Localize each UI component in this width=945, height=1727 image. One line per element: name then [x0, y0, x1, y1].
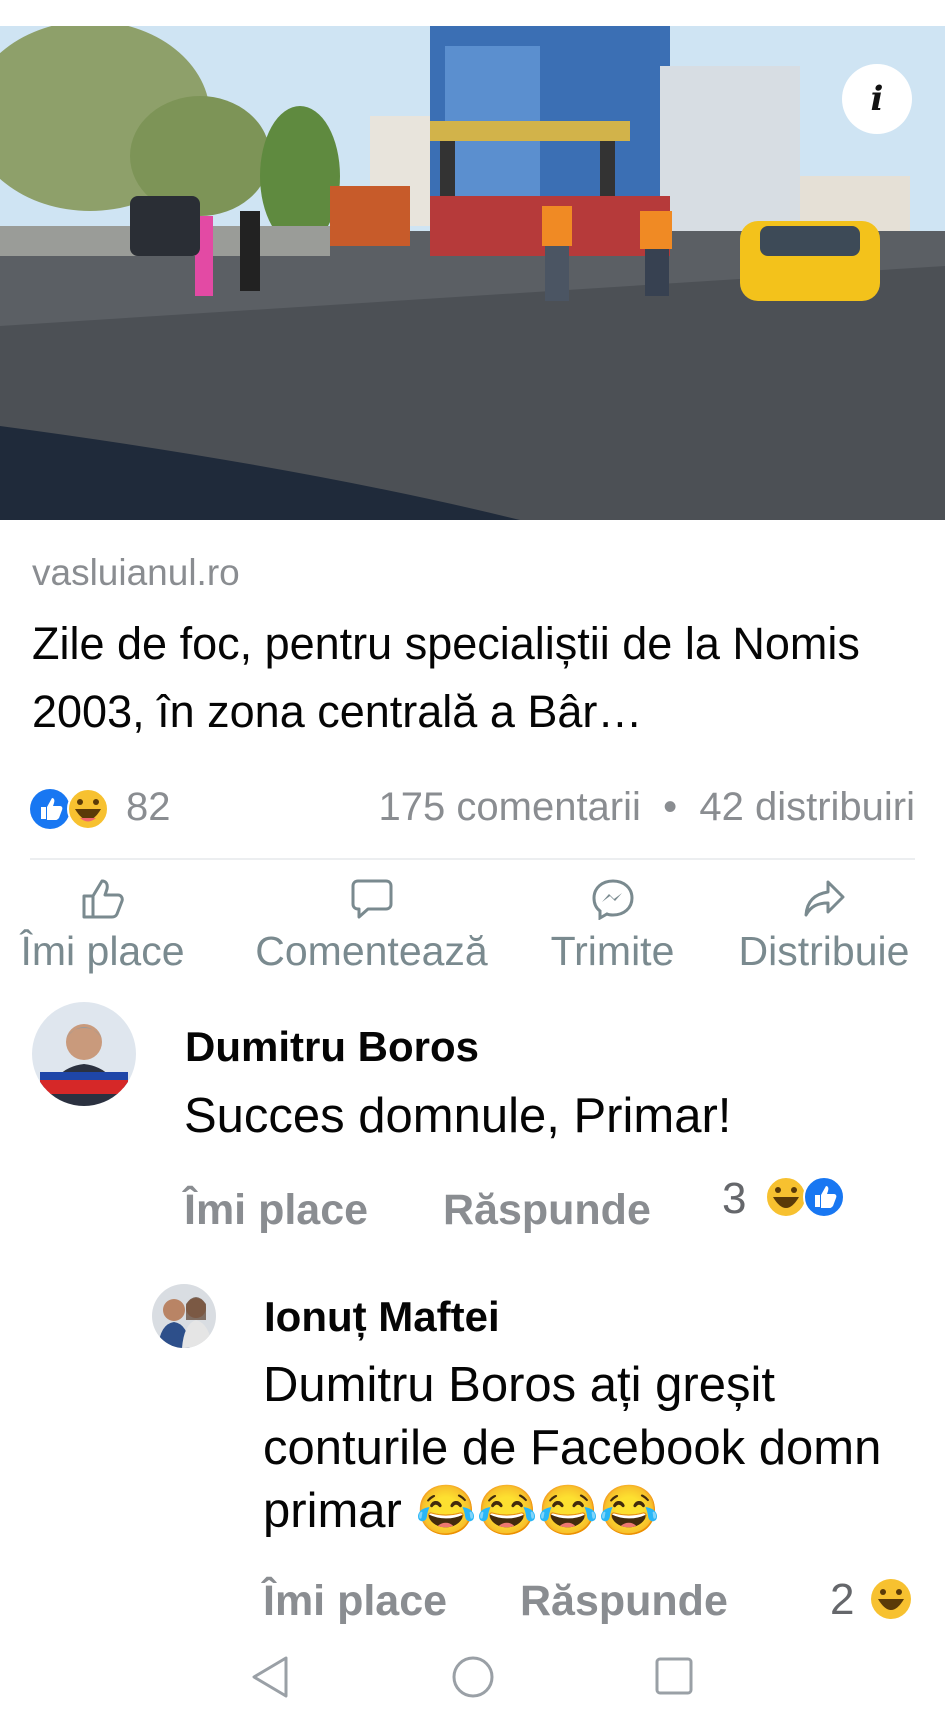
info-button[interactable]: i	[842, 64, 912, 134]
comment-bubble-icon	[351, 879, 392, 919]
send-button[interactable]: Trimite	[540, 870, 685, 975]
back-nav-icon[interactable]	[248, 1654, 292, 1700]
comment-reactions-count[interactable]: 2	[830, 1575, 854, 1625]
post-action-bar: Îmi place Comentează Trimite Distribuie	[0, 870, 945, 980]
comment-like-button[interactable]: Îmi place	[263, 1577, 447, 1626]
divider	[30, 858, 915, 860]
link-domain[interactable]: vasluianul.ro	[32, 552, 240, 594]
link-preview-image[interactable]: i	[0, 26, 945, 520]
haha-reaction-icon	[67, 788, 109, 830]
haha-reaction-icon	[765, 1176, 807, 1218]
messenger-icon	[591, 879, 634, 920]
reactions-count[interactable]: 82	[126, 785, 171, 830]
comment-author[interactable]: Dumitru Boros	[185, 1023, 479, 1071]
comment-text: Dumitru Boros ați greșit conturile de Fa…	[263, 1358, 882, 1538]
share-arrow-icon	[804, 880, 845, 917]
avatar[interactable]	[152, 1284, 216, 1348]
home-nav-icon[interactable]	[450, 1654, 496, 1700]
reactions-icon-group[interactable]	[30, 787, 120, 831]
haha-reaction-icon[interactable]	[869, 1577, 913, 1621]
comment-like-button[interactable]: Îmi place	[184, 1186, 368, 1235]
comment-action-row: Îmi place Răspunde 2	[0, 1575, 945, 1627]
like-label: Îmi place	[20, 928, 185, 974]
recents-nav-icon[interactable]	[654, 1656, 694, 1696]
comment-button[interactable]: Comentează	[244, 870, 499, 975]
like-reaction-icon	[30, 789, 70, 829]
comment-label: Comentează	[255, 928, 488, 974]
thumbs-up-icon	[82, 879, 124, 919]
like-reaction-icon	[803, 1176, 845, 1218]
comment-reply-button[interactable]: Răspunde	[520, 1577, 728, 1626]
system-nav-bar	[0, 1640, 945, 1727]
user-photo	[152, 1284, 216, 1348]
user-photo	[32, 1002, 136, 1106]
comment-reactions-icons[interactable]	[764, 1175, 848, 1219]
comment-author[interactable]: Ionuț Maftei	[264, 1293, 500, 1341]
avatar[interactable]	[32, 1002, 136, 1106]
comment-reactions-count[interactable]: 3	[722, 1174, 746, 1224]
comment-text: Succes domnule, Primar!	[184, 1089, 732, 1143]
share-label: Distribuie	[738, 928, 910, 974]
street-photo	[0, 26, 945, 520]
like-button[interactable]: Îmi place	[20, 870, 185, 975]
link-title[interactable]: Zile de foc, pentru specialiștii de la N…	[32, 610, 912, 746]
comment-reply-button[interactable]: Răspunde	[443, 1186, 651, 1235]
send-label: Trimite	[550, 928, 675, 974]
share-button[interactable]: Distribuie	[724, 870, 924, 975]
post-stats: 82 175 comentarii • 42 distribuiri	[30, 785, 915, 835]
comments-shares-count[interactable]: 175 comentarii • 42 distribuiri	[379, 785, 915, 830]
